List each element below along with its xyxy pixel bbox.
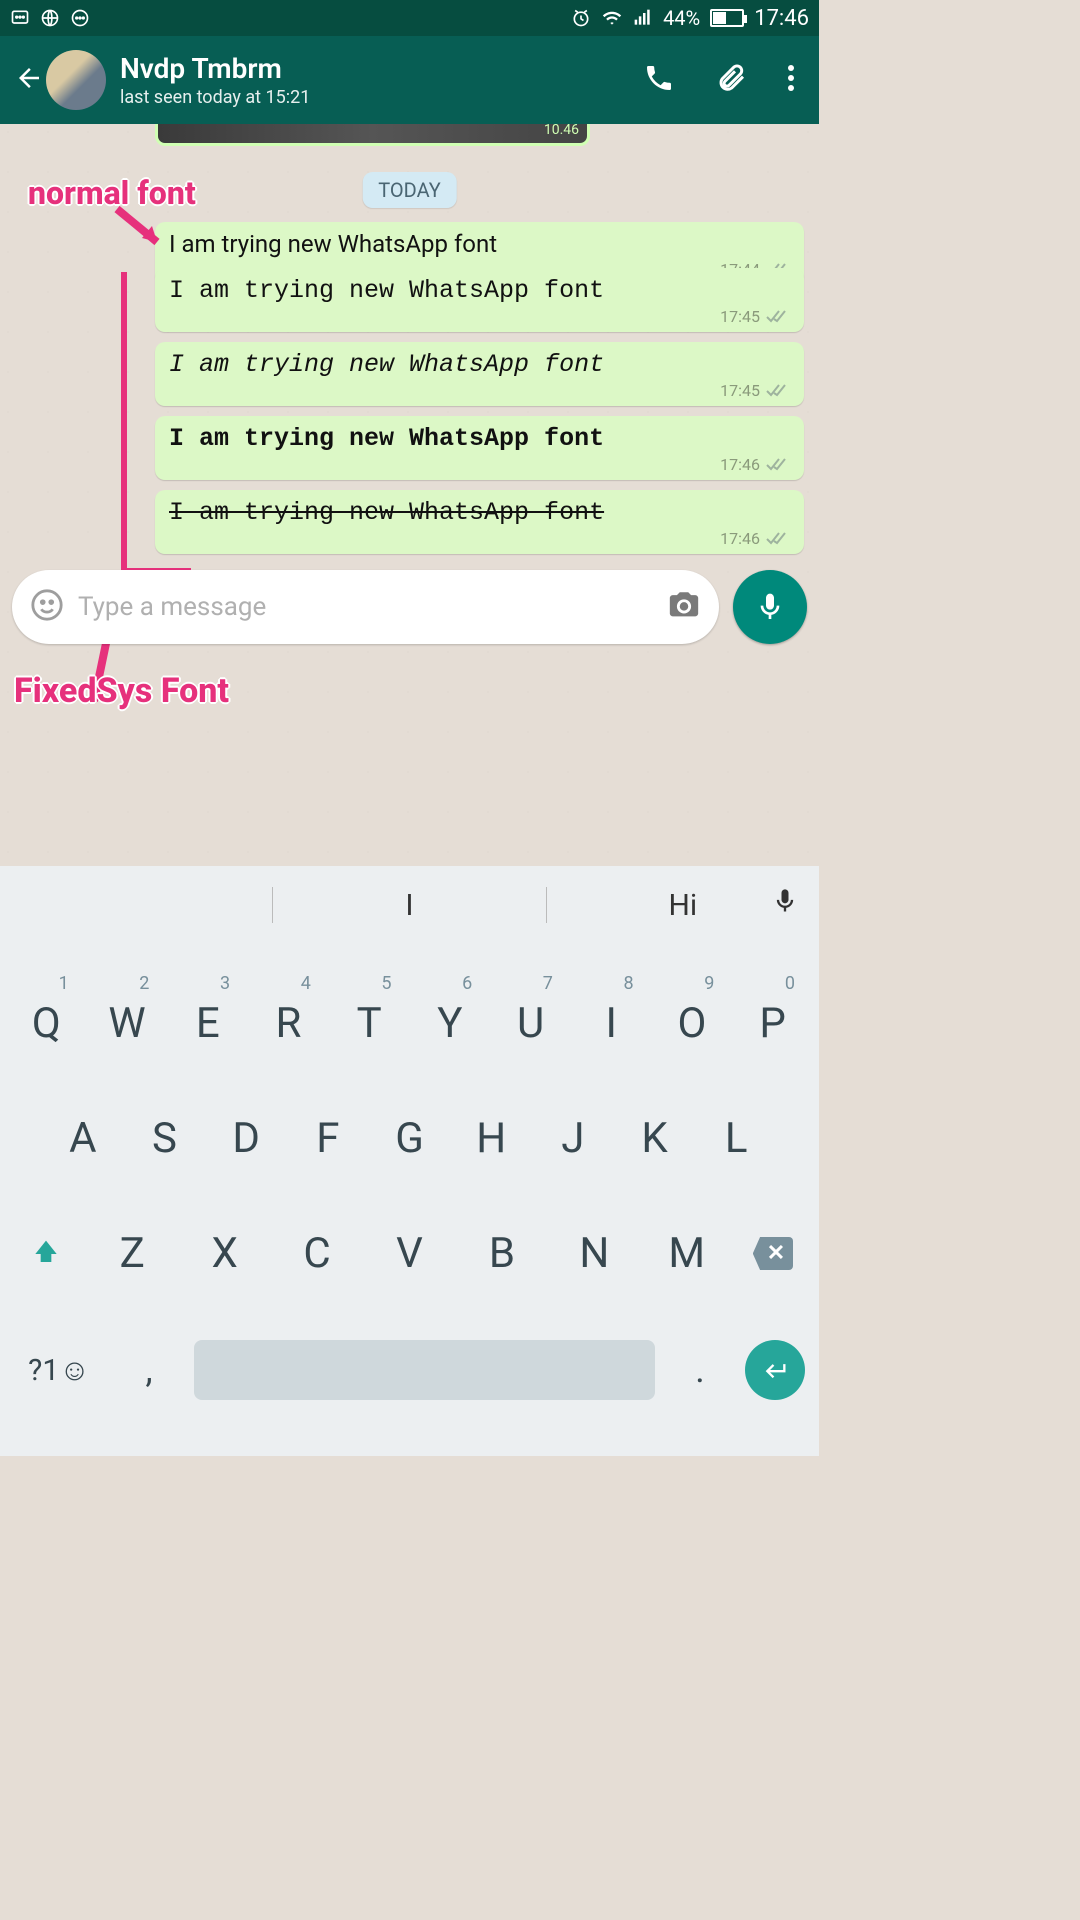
space-key[interactable] [194,1340,655,1400]
attach-button[interactable] [715,62,747,98]
message-bubble-monospace[interactable]: I am trying new WhatsApp font 17:45 [155,268,804,332]
key-k[interactable]: K [614,1114,696,1163]
key-t[interactable]: T5 [329,999,410,1048]
voice-record-button[interactable] [733,570,807,644]
key-e[interactable]: E3 [167,999,248,1048]
message-bubble-italic[interactable]: I am trying new WhatsApp font 17:45 [155,342,804,406]
message-text: I am trying new WhatsApp font [169,276,790,305]
key-l[interactable]: L [695,1114,777,1163]
comma-key[interactable]: , [114,1349,184,1391]
key-f[interactable]: F [287,1114,369,1163]
back-button[interactable] [14,63,50,97]
message-input[interactable]: Type a message [12,570,719,644]
backspace-key[interactable]: ✕ [733,1237,813,1270]
suggestion-bar: I Hi [0,866,819,944]
alarm-icon [571,8,591,28]
key-g[interactable]: G [369,1114,451,1163]
keyboard-mic-button[interactable] [771,887,799,923]
wifi-icon [601,8,623,28]
key-c[interactable]: C [271,1229,363,1278]
annotation-bracket [121,272,191,574]
symbols-key[interactable]: ?1☺ [14,1353,104,1388]
key-o[interactable]: O9 [652,999,733,1048]
key-y[interactable]: Y6 [410,999,491,1048]
message-input-placeholder: Type a message [78,592,653,622]
message-time: 17:46 [720,529,760,548]
battery-percent: 44% [663,6,700,30]
contact-info[interactable]: Nvdp Tmbrm last seen today at 15:21 [120,52,643,108]
contact-last-seen: last seen today at 15:21 [120,87,643,108]
delivered-ticks-icon [766,383,790,399]
enter-key[interactable] [745,1340,805,1400]
message-text: I am trying new WhatsApp font [169,424,790,453]
composer-bar: Type a message [12,570,807,644]
chat-header: Nvdp Tmbrm last seen today at 15:21 [0,36,819,124]
message-text: I am trying new WhatsApp font [169,350,790,379]
key-w[interactable]: W2 [87,999,168,1048]
delivered-ticks-icon [766,309,790,325]
key-p[interactable]: P0 [732,999,813,1048]
emoji-button[interactable] [30,588,64,626]
key-h[interactable]: H [450,1114,532,1163]
signal-icon [633,8,653,28]
message-text: I am trying new WhatsApp font [169,230,790,258]
previous-image-message[interactable]: 10.46 [155,124,590,146]
key-d[interactable]: D [205,1114,287,1163]
contact-avatar[interactable] [46,50,106,110]
key-j[interactable]: J [532,1114,614,1163]
backspace-icon: ✕ [753,1237,793,1270]
key-u[interactable]: U7 [490,999,571,1048]
message-time: 17:45 [720,381,760,400]
key-v[interactable]: V [363,1229,455,1278]
notification-more-icon [70,8,90,28]
delivered-ticks-icon [766,531,790,547]
key-q[interactable]: Q1 [6,999,87,1048]
key-s[interactable]: S [124,1114,206,1163]
voice-call-button[interactable] [643,62,675,98]
key-a[interactable]: A [42,1114,124,1163]
message-time: 17:45 [720,307,760,326]
period-key[interactable]: . [665,1349,735,1391]
suggestion-2[interactable]: I [273,888,545,923]
delivered-ticks-icon [766,457,790,473]
annotation-arrow-icon [112,204,172,254]
message-bubble-strikethrough[interactable]: I am trying new WhatsApp font 17:46 [155,490,804,554]
key-r[interactable]: R4 [248,999,329,1048]
soft-keyboard: I Hi Q1W2E3R4T5Y6U7I8O9P0 ASDFGHJKL ZXCV… [0,866,819,1456]
android-status-bar: 44% 17:46 [0,0,819,36]
notification-sms-icon [10,8,30,28]
date-separator: TODAY [362,172,456,208]
message-time: 10.46 [544,122,579,138]
status-time: 17:46 [754,6,809,31]
notification-globe-icon [40,8,60,28]
message-bubble-bold[interactable]: I am trying new WhatsApp font 17:46 [155,416,804,480]
message-text: I am trying new WhatsApp font [169,498,790,527]
menu-button[interactable] [787,64,795,96]
annotation-fixedsys-font: FixedSys Font [14,671,229,711]
key-x[interactable]: X [178,1229,270,1278]
battery-icon [710,9,744,27]
chat-body[interactable]: 10.46 TODAY I am trying new WhatsApp fon… [0,124,819,866]
contact-name: Nvdp Tmbrm [120,52,643,85]
key-b[interactable]: B [456,1229,548,1278]
camera-button[interactable] [667,588,701,626]
key-m[interactable]: M [641,1229,733,1278]
key-n[interactable]: N [548,1229,640,1278]
key-i[interactable]: I8 [571,999,652,1048]
shift-key[interactable] [6,1238,86,1270]
key-z[interactable]: Z [86,1229,178,1278]
message-time: 17:46 [720,455,760,474]
